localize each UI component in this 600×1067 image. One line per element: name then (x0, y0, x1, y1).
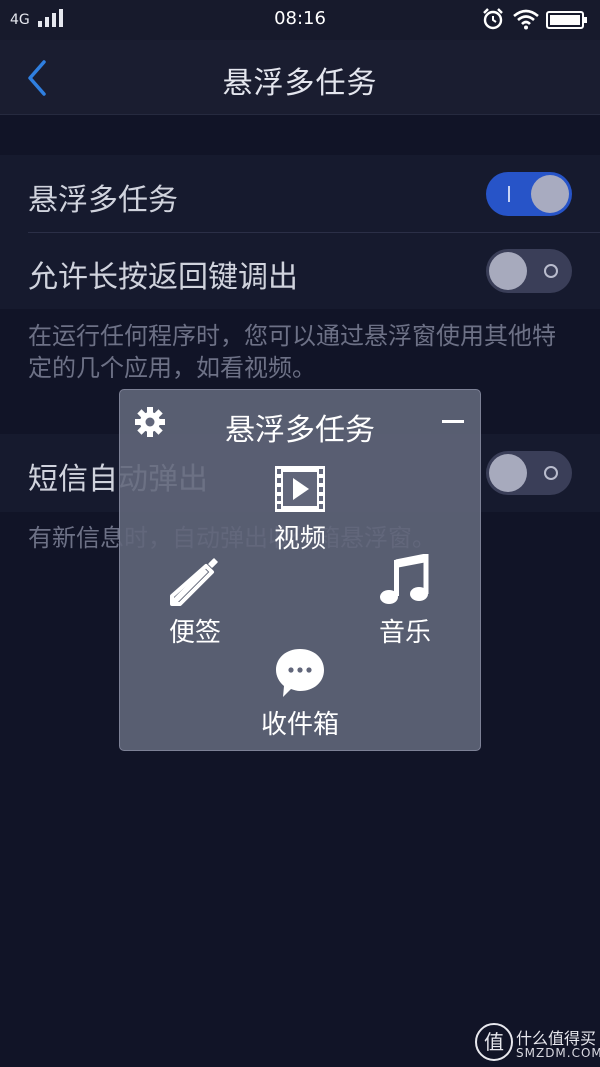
music-note-icon (380, 554, 429, 604)
watermark-logo: 值 (475, 1023, 513, 1061)
panel-title: 悬浮多任务 (225, 413, 375, 448)
page-title: 悬浮多任务 (222, 66, 378, 101)
floating-multitask-toggle[interactable] (486, 172, 572, 216)
nav-bar: 悬浮多任务 (0, 40, 600, 115)
pencil-icon (170, 558, 218, 606)
sms-popup-toggle[interactable] (486, 451, 572, 495)
setting-floating-multitask[interactable]: 悬浮多任务 (0, 155, 600, 233)
long-press-back-toggle[interactable] (486, 249, 572, 293)
video-icon (275, 466, 325, 512)
floating-multitask-description: 在运行任何程序时，您可以通过悬浮窗使用其他特定的几个应用，如看视频。 (28, 322, 556, 382)
app-label: 音乐 (378, 618, 431, 648)
battery-icon (546, 11, 587, 29)
app-video[interactable]: 视频 (245, 464, 355, 555)
setting-label: 允许长按返回键调出 (28, 260, 298, 295)
setting-long-press-back[interactable]: 允许长按返回键调出 (0, 233, 600, 309)
chat-bubble-icon (276, 649, 324, 697)
toggle-knob (489, 252, 527, 290)
wifi-icon (513, 9, 539, 30)
app-music[interactable]: 音乐 (350, 554, 460, 649)
app-label: 视频 (273, 524, 326, 554)
toggle-off-mark (544, 264, 558, 278)
minimize-icon[interactable] (442, 420, 464, 423)
status-bar: 4G 08:16 (0, 0, 600, 40)
watermark-logo-char: 值 (484, 1030, 504, 1054)
toggle-knob (531, 175, 569, 213)
setting-label: 悬浮多任务 (28, 183, 178, 218)
alarm-icon (483, 8, 503, 30)
app-label: 收件箱 (260, 710, 339, 740)
app-notes[interactable]: 便签 (140, 554, 250, 649)
app-inbox[interactable]: 收件箱 (245, 646, 355, 741)
toggle-knob (489, 454, 527, 492)
clock: 08:16 (274, 8, 326, 29)
app-label: 便签 (168, 618, 221, 648)
floating-multitask-panel[interactable]: 悬浮多任务 视频 便签 音乐 收件箱 (119, 389, 481, 751)
toggle-off-mark (544, 466, 558, 480)
toggle-on-mark (508, 186, 510, 202)
watermark-domain: SMZDM.COM (516, 1046, 600, 1060)
